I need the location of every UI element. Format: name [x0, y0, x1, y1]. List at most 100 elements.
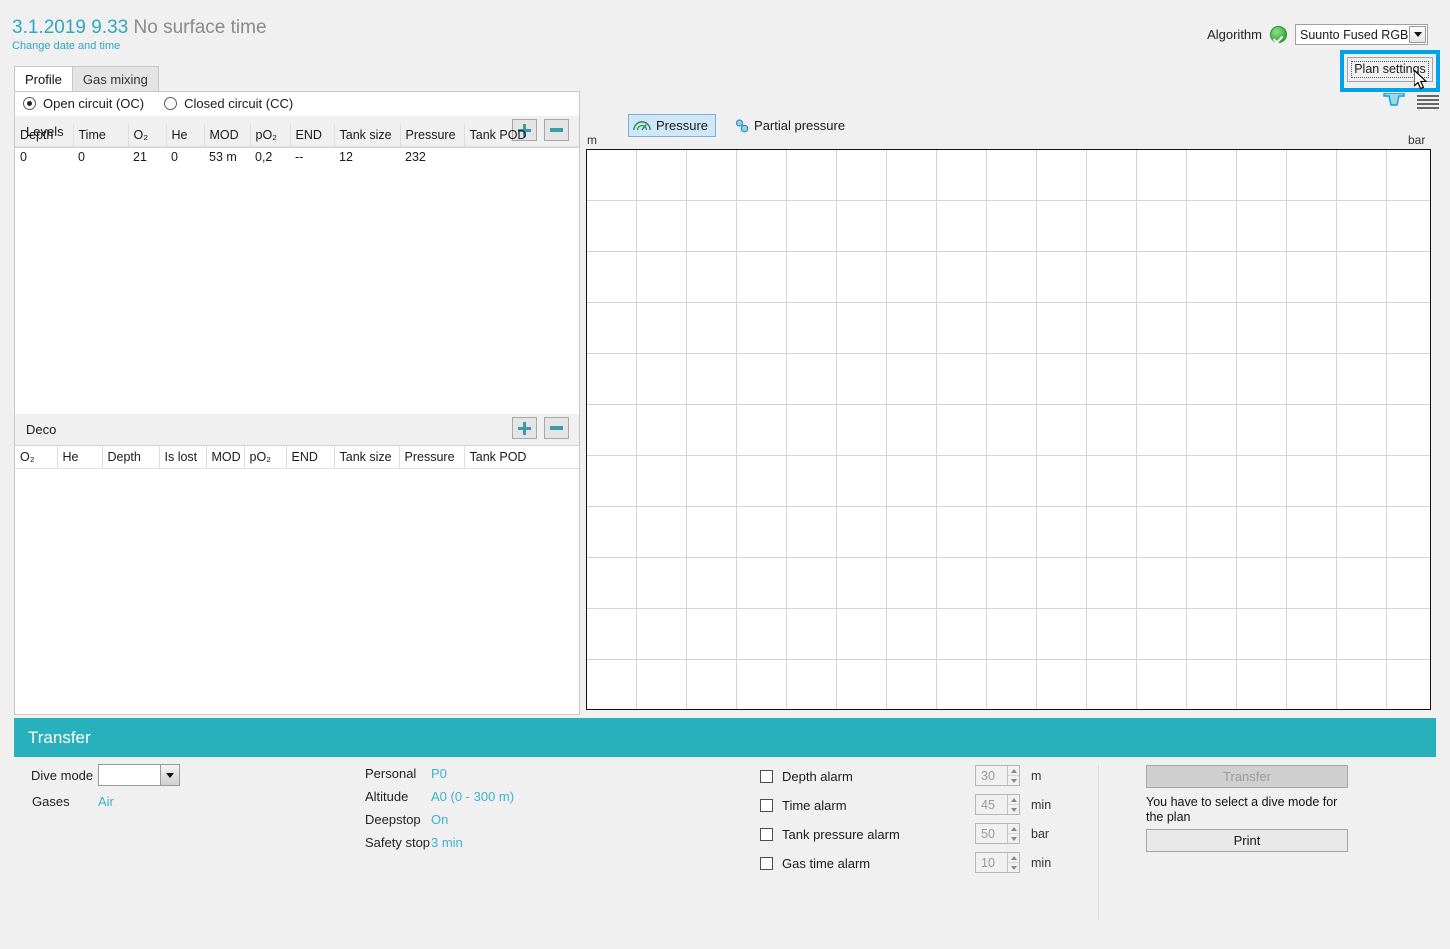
- levels-table-wrap: Depth Time O₂ He MOD pO₂ END Tank size P…: [15, 124, 579, 167]
- levels-cell-end[interactable]: --: [290, 147, 334, 168]
- tank-pressure-alarm-row[interactable]: Tank pressure alarm: [760, 827, 900, 842]
- time-alarm-value: 45: [981, 798, 995, 812]
- deco-col-tank-pod[interactable]: Tank POD: [464, 446, 579, 469]
- depth-alarm-checkbox[interactable]: [760, 770, 773, 783]
- safety-stop-value[interactable]: 3 min: [431, 835, 463, 850]
- gas-time-alarm-stepper[interactable]: 10: [975, 852, 1020, 873]
- chart-view-pressure[interactable]: Pressure: [628, 114, 716, 137]
- deco-title: Deco: [26, 422, 56, 437]
- print-button-label: Print: [1234, 833, 1261, 848]
- deco-col-o2[interactable]: O₂: [15, 446, 57, 469]
- deco-col-po2[interactable]: pO₂: [244, 446, 286, 469]
- deco-col-he[interactable]: He: [57, 446, 102, 469]
- deco-col-pressure[interactable]: Pressure: [399, 446, 464, 469]
- deco-add-button[interactable]: [512, 417, 537, 439]
- deco-row-buttons: [512, 417, 569, 439]
- tab-gas-mixing-label: Gas mixing: [83, 72, 148, 87]
- time-alarm-unit: min: [1031, 798, 1051, 812]
- transfer-button[interactable]: Transfer: [1146, 765, 1348, 788]
- radio-closed-circuit-dot: [164, 97, 177, 110]
- algorithm-select[interactable]: Suunto Fused RGBM: [1295, 24, 1428, 45]
- table-row[interactable]: 0 0 21 0 53 m 0,2 -- 12 232: [15, 147, 579, 168]
- altitude-value[interactable]: A0 (0 - 300 m): [431, 789, 514, 804]
- dive-planner-window: 3.1.2019 9.33 No surface time Change dat…: [0, 0, 1450, 949]
- plus-icon: [518, 422, 531, 435]
- radio-closed-circuit[interactable]: Closed circuit (CC): [164, 96, 293, 111]
- deepstop-value[interactable]: On: [431, 812, 448, 827]
- tank-pressure-alarm-checkbox[interactable]: [760, 828, 773, 841]
- chart-panel: Pressure Partial pressure m bar: [586, 54, 1442, 715]
- chevron-down-icon[interactable]: [160, 765, 179, 785]
- levels-cell-o2[interactable]: 21: [128, 147, 166, 168]
- levels-col-pressure[interactable]: Pressure: [400, 124, 464, 147]
- tab-gas-mixing[interactable]: Gas mixing: [72, 66, 159, 92]
- gas-time-alarm-row[interactable]: Gas time alarm: [760, 856, 870, 871]
- time-alarm-checkbox[interactable]: [760, 799, 773, 812]
- deco-col-depth[interactable]: Depth: [102, 446, 159, 469]
- time-alarm-spin-arrows[interactable]: [1007, 795, 1019, 814]
- page-title: 3.1.2019 9.33 No surface time: [12, 17, 267, 39]
- deco-col-end[interactable]: END: [286, 446, 334, 469]
- plan-datetime: 3.1.2019 9.33: [12, 17, 128, 38]
- y-axis-left-unit: m: [587, 133, 597, 147]
- personal-label: Personal: [365, 766, 416, 781]
- deco-col-tank-size[interactable]: Tank size: [334, 446, 399, 469]
- algorithm-selected-value: Suunto Fused RGBM: [1300, 28, 1419, 42]
- depth-alarm-row[interactable]: Depth alarm: [760, 769, 853, 784]
- deco-header-row: O₂ He Depth Is lost MOD pO₂ END Tank siz…: [15, 446, 579, 469]
- dive-profile-plot[interactable]: [586, 149, 1431, 710]
- levels-cell-he[interactable]: 0: [166, 147, 204, 168]
- print-button[interactable]: Print: [1146, 829, 1348, 852]
- time-alarm-row[interactable]: Time alarm: [760, 798, 847, 813]
- levels-col-time[interactable]: Time: [73, 124, 128, 147]
- gas-time-alarm-unit: min: [1031, 856, 1051, 870]
- levels-col-end[interactable]: END: [290, 124, 334, 147]
- change-date-time-link[interactable]: Change date and time: [12, 40, 120, 52]
- gas-time-alarm-checkbox[interactable]: [760, 857, 773, 870]
- levels-col-he[interactable]: He: [166, 124, 204, 147]
- levels-col-o2[interactable]: O₂: [128, 124, 166, 147]
- gases-label: Gases: [32, 794, 70, 809]
- levels-cell-mod[interactable]: 53 m: [204, 147, 250, 168]
- tab-profile[interactable]: Profile: [14, 66, 73, 92]
- levels-col-mod[interactable]: MOD: [204, 124, 250, 147]
- gauge-icon: [633, 119, 651, 132]
- chart-view-partial-pressure-label: Partial pressure: [754, 118, 845, 133]
- levels-col-tank-pod[interactable]: Tank POD: [464, 124, 579, 147]
- levels-cell-depth[interactable]: 0: [15, 147, 73, 168]
- levels-cell-pressure[interactable]: 232: [400, 147, 464, 168]
- tank-pressure-alarm-unit: bar: [1031, 827, 1049, 841]
- personal-value[interactable]: P0: [431, 766, 447, 781]
- levels-cell-po2[interactable]: 0,2: [250, 147, 290, 168]
- time-alarm-label: Time alarm: [782, 798, 847, 813]
- levels-cell-time[interactable]: 0: [73, 147, 128, 168]
- deco-section-header: Deco: [15, 414, 579, 446]
- deco-region: Deco O₂ He: [15, 414, 579, 714]
- gas-time-alarm-value: 10: [981, 856, 995, 870]
- time-alarm-stepper[interactable]: 45: [975, 794, 1020, 815]
- dive-mode-select[interactable]: [98, 764, 180, 786]
- tank-pressure-alarm-value: 50: [981, 827, 995, 841]
- deco-table: O₂ He Depth Is lost MOD pO₂ END Tank siz…: [15, 446, 579, 469]
- levels-cell-tank-pod[interactable]: [464, 147, 579, 168]
- levels-col-depth[interactable]: Depth: [15, 124, 73, 147]
- tank-pressure-alarm-spin-arrows[interactable]: [1007, 824, 1019, 843]
- deco-col-mod[interactable]: MOD: [206, 446, 244, 469]
- chart-view-partial-pressure[interactable]: Partial pressure: [730, 114, 853, 137]
- tank-pressure-alarm-stepper[interactable]: 50: [975, 823, 1020, 844]
- molecule-icon: [735, 119, 749, 133]
- tab-profile-label: Profile: [25, 72, 62, 87]
- chevron-down-icon[interactable]: [1409, 26, 1426, 43]
- transfer-warning-text: You have to select a dive mode for the p…: [1146, 795, 1351, 825]
- radio-open-circuit[interactable]: Open circuit (OC): [23, 96, 144, 111]
- gases-value[interactable]: Air: [98, 794, 114, 809]
- deco-remove-button[interactable]: [544, 417, 569, 439]
- levels-col-po2[interactable]: pO₂: [250, 124, 290, 147]
- depth-alarm-stepper[interactable]: 30: [975, 765, 1020, 786]
- radio-open-circuit-dot: [23, 97, 36, 110]
- deco-col-is-lost[interactable]: Is lost: [159, 446, 206, 469]
- depth-alarm-spin-arrows[interactable]: [1007, 766, 1019, 785]
- levels-cell-tank-size[interactable]: 12: [334, 147, 400, 168]
- gas-time-alarm-spin-arrows[interactable]: [1007, 853, 1019, 872]
- levels-col-tank-size[interactable]: Tank size: [334, 124, 400, 147]
